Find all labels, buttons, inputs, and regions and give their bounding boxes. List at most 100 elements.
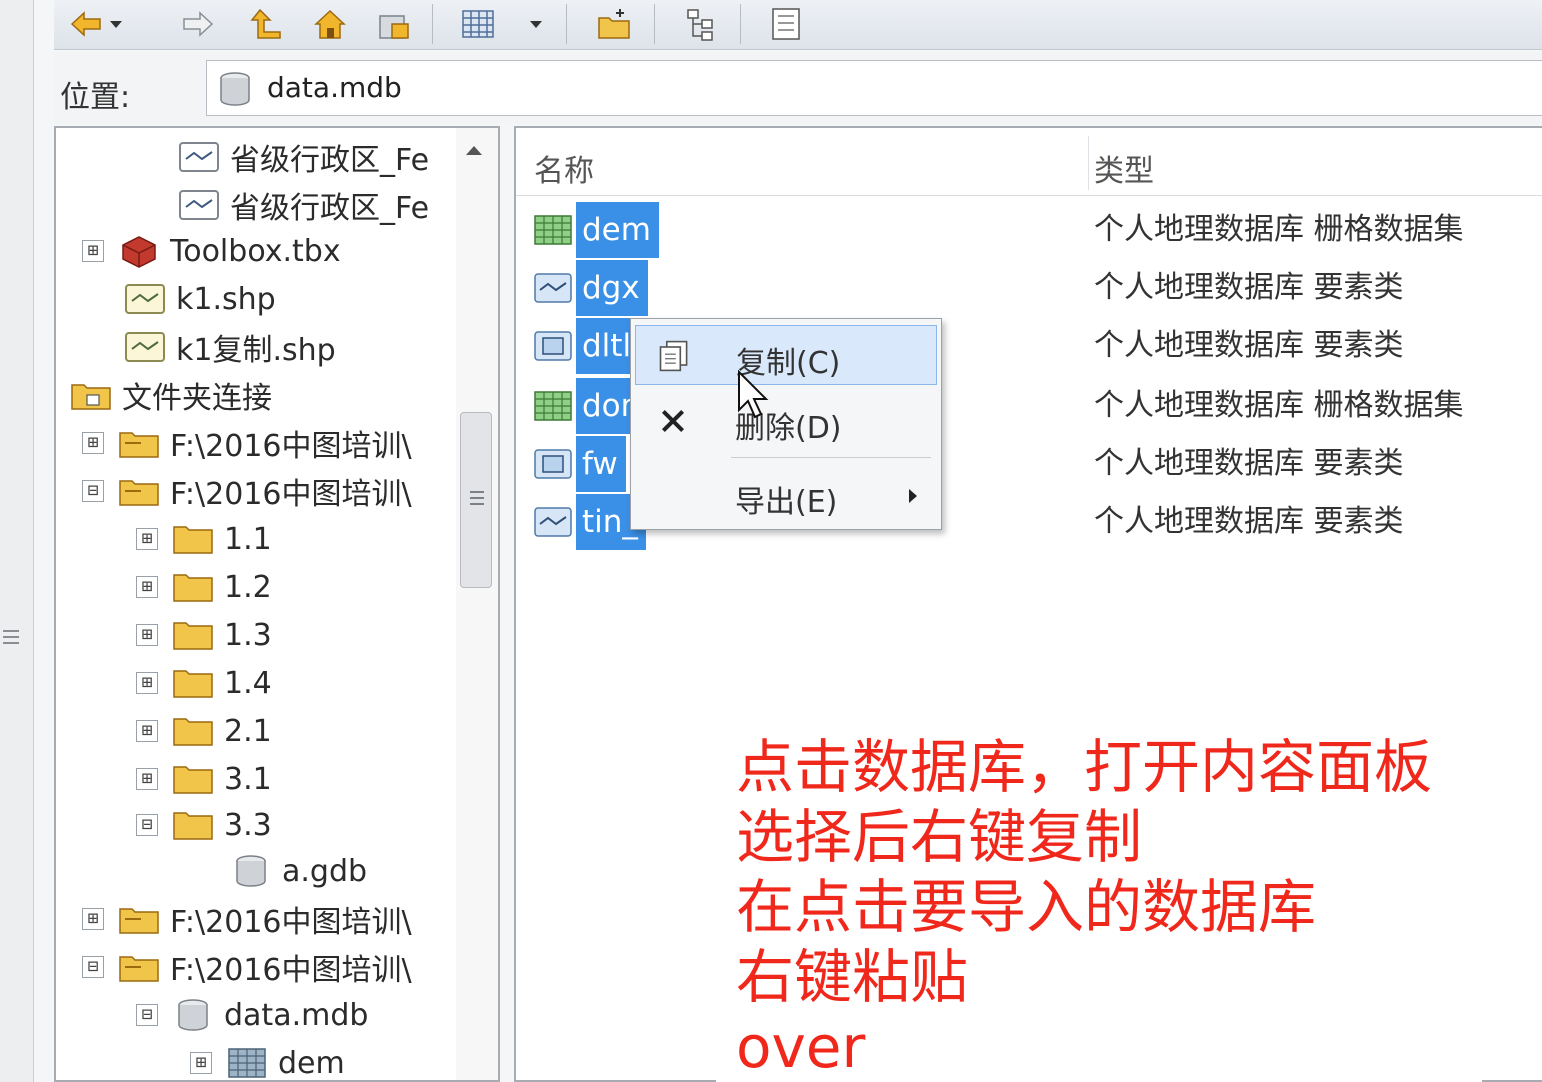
tree-item-label: 1.3 [224, 617, 272, 653]
tree-item-label: data.mdb [224, 997, 369, 1033]
list-view-icon[interactable] [766, 4, 806, 44]
location-input[interactable]: data.mdb [206, 60, 1542, 116]
tree-item-label: Toolbox.tbx [170, 233, 341, 269]
menu-item-delete[interactable]: 删除(D) [635, 391, 937, 451]
collapse-icon[interactable]: ⊟ [82, 956, 104, 978]
location-value: data.mdb [267, 71, 402, 104]
column-type[interactable]: 类型 [1094, 146, 1154, 190]
tree-item-folder-connections[interactable]: 文件夹连接 [68, 372, 272, 418]
copy-icon [652, 336, 696, 376]
tree-item-label: 1.2 [224, 569, 272, 605]
tree-item-label: 省级行政区_Fe [230, 143, 430, 178]
table-row[interactable]: dem 个人地理数据库 栅格数据集 [528, 202, 1538, 258]
expand-icon[interactable]: ⊞ [190, 1052, 212, 1074]
tree-item[interactable]: ⊟ F:\2016中图培训\ [82, 944, 412, 990]
folder-icon [170, 567, 216, 607]
line-feature-icon [176, 185, 222, 225]
expand-icon[interactable]: ⊞ [136, 576, 158, 598]
menu-item-export[interactable]: 导出(E) [635, 465, 937, 525]
tree-item-label: 文件夹连接 [122, 381, 272, 416]
folder-connections-icon [68, 375, 114, 415]
tree-item[interactable]: ⊞ F:\2016中图培训\ [82, 896, 412, 942]
scrollbar-thumb[interactable] [460, 412, 492, 588]
toolbar-separator [432, 4, 433, 44]
splitter-grip-icon[interactable] [3, 630, 19, 650]
folder-connection-icon[interactable] [374, 4, 414, 44]
tree-item[interactable]: ⊞ 1.3 [136, 612, 272, 658]
menu-item-label: 导出(E) [735, 485, 838, 520]
tree-item-data-mdb[interactable]: ⊟ data.mdb [136, 992, 368, 1038]
collapse-icon[interactable]: ⊟ [136, 1004, 158, 1026]
tree-item[interactable]: ⊟ F:\2016中图培训\ [82, 468, 412, 514]
folder-icon [170, 663, 216, 703]
toolbox-icon [116, 231, 162, 271]
row-type: 个人地理数据库 栅格数据集 [1094, 388, 1464, 423]
expand-icon[interactable]: ⊞ [82, 432, 104, 454]
tree-scrollbar[interactable] [456, 128, 498, 1080]
left-gutter [0, 0, 34, 1082]
tree-item[interactable]: ⊞ 1.1 [136, 516, 272, 562]
expand-icon[interactable]: ⊞ [82, 908, 104, 930]
tree-item[interactable]: a.gdb [228, 848, 367, 894]
tree-item[interactable]: 省级行政区_Fe [176, 134, 429, 180]
expand-icon[interactable]: ⊞ [82, 240, 104, 262]
scroll-up-icon[interactable] [466, 146, 482, 155]
raster-icon [224, 1043, 270, 1080]
tree-item[interactable]: ⊞ 3.1 [136, 756, 272, 802]
polygon-feature-icon [530, 444, 576, 484]
database-icon [228, 851, 274, 891]
line-feature-icon [176, 137, 222, 177]
expand-icon[interactable]: ⊞ [136, 528, 158, 550]
tree-item[interactable]: k1复制.shp [122, 324, 336, 370]
back-icon[interactable] [66, 4, 106, 44]
database-icon [215, 69, 255, 109]
row-name: dem [576, 202, 659, 258]
delete-icon [651, 401, 695, 441]
column-header: 名称 类型 [516, 128, 1542, 196]
expand-icon[interactable]: ⊞ [136, 672, 158, 694]
tree-item[interactable]: ⊟ 3.3 [136, 802, 272, 848]
tree-item-label: 1.1 [224, 521, 272, 557]
location-bar: 位置: data.mdb [54, 52, 1542, 124]
column-name[interactable]: 名称 [534, 146, 594, 190]
collapse-icon[interactable]: ⊟ [82, 480, 104, 502]
folder-icon [170, 711, 216, 751]
tree-item[interactable]: ⊞ dem [190, 1040, 345, 1080]
view-dropdown-icon[interactable] [524, 4, 548, 44]
expand-icon[interactable]: ⊞ [136, 720, 158, 742]
table-row[interactable]: dgx 个人地理数据库 要素类 [528, 260, 1538, 316]
folder-icon [170, 759, 216, 799]
tree-item-label: k1复制.shp [176, 333, 336, 368]
tree-item-label: 1.4 [224, 665, 272, 701]
tree-item[interactable]: 省级行政区_Fe [176, 182, 429, 228]
expand-icon[interactable]: ⊞ [136, 768, 158, 790]
tree-item[interactable]: k1.shp [122, 276, 276, 322]
forward-icon[interactable] [178, 4, 218, 44]
up-one-level-icon[interactable] [246, 4, 286, 44]
tree-item[interactable]: ⊞ 1.2 [136, 564, 272, 610]
tree-item-label: 省级行政区_Fe [230, 191, 430, 226]
context-menu: 复制(C) 删除(D) 导出(E) [630, 318, 942, 530]
tree-item[interactable]: ⊞ 2.1 [136, 708, 272, 754]
tree-item-label: F:\2016中图培训\ [170, 905, 412, 940]
menu-item-copy[interactable]: 复制(C) [635, 325, 937, 385]
new-folder-icon[interactable] [594, 4, 634, 44]
home-icon[interactable] [310, 4, 350, 44]
tree-item[interactable]: ⊞ 1.4 [136, 660, 272, 706]
column-divider[interactable] [1088, 136, 1089, 190]
row-name: fw [576, 436, 626, 492]
tree-item-toolbox[interactable]: ⊞ Toolbox.tbx [82, 228, 341, 274]
toolbar [54, 0, 1542, 50]
back-dropdown-icon[interactable] [104, 4, 128, 44]
tree-item-label: F:\2016中图培训\ [170, 477, 412, 512]
view-options-icon[interactable] [458, 4, 498, 44]
tree-item[interactable]: ⊞ F:\2016中图培训\ [82, 420, 412, 466]
catalog-tree[interactable]: 省级行政区_Fe 省级行政区_Fe ⊞ Toolbox.tbx k1.shp k… [54, 126, 500, 1082]
shapefile-icon [122, 279, 168, 319]
tree-view-icon[interactable] [682, 4, 722, 44]
annotation-line: over [736, 1013, 866, 1081]
expand-icon[interactable]: ⊞ [136, 624, 158, 646]
submenu-arrow-icon [909, 489, 917, 503]
row-type: 个人地理数据库 要素类 [1094, 328, 1404, 363]
collapse-icon[interactable]: ⊟ [136, 814, 158, 836]
